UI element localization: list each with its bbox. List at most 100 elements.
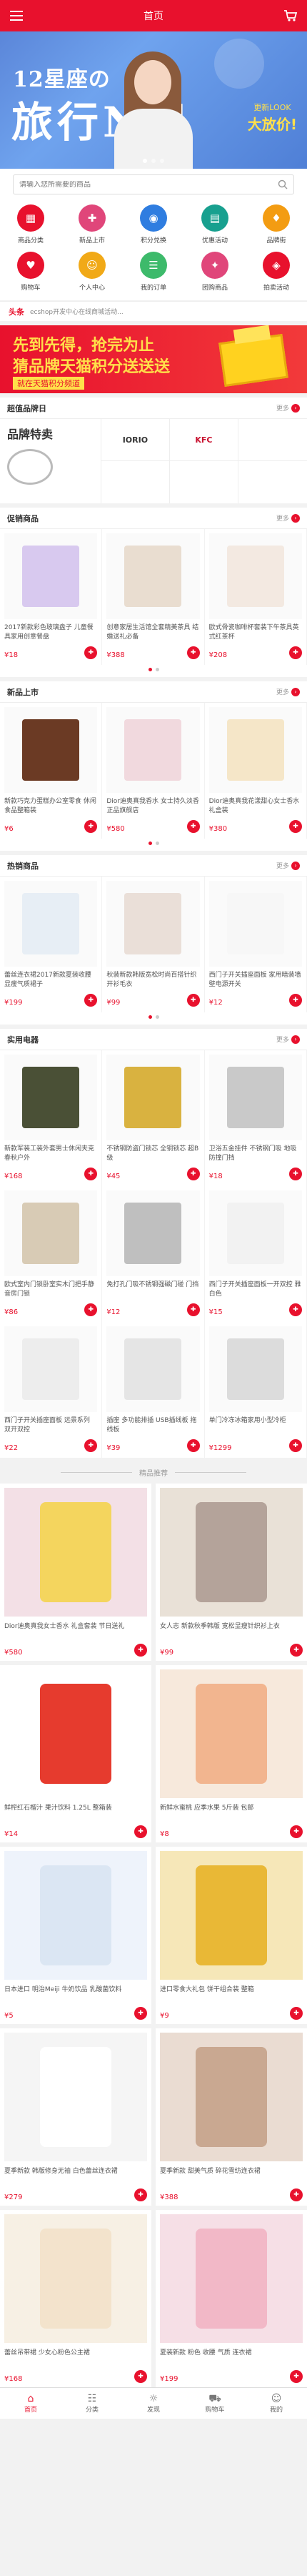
product-name[interactable]: 卫浴五金挂件 不锈钢门吸 地吸 防撞门挡	[209, 1145, 302, 1163]
promo-banner[interactable]: 先到先得，抢完为止 猜品牌天猫积分送送送 就在天猫积分频道	[0, 325, 307, 393]
product-image[interactable]	[106, 707, 200, 793]
product-card[interactable]: 蕾丝吊带裙 少女心粉色公主裙 ¥168 ✚	[0, 2210, 151, 2387]
product-image[interactable]	[160, 1851, 303, 1980]
product-image[interactable]	[106, 1190, 200, 1276]
nav-item[interactable]: ♥ 购物车	[0, 252, 61, 292]
product-name[interactable]: 新款军装工装外套男士休闲夹克春秋户外	[4, 1145, 97, 1163]
product-image[interactable]	[4, 2033, 147, 2161]
brand-logo[interactable]	[101, 461, 170, 503]
product-card[interactable]: 卫浴五金挂件 不锈钢门吸 地吸 防撞门挡 ¥18 ✚	[205, 1050, 307, 1186]
product-image[interactable]	[160, 2033, 303, 2161]
add-to-cart-icon[interactable]: ✚	[288, 1439, 302, 1452]
more-link[interactable]: 更多 ›	[276, 687, 300, 696]
add-to-cart-icon[interactable]: ✚	[186, 1303, 200, 1316]
add-to-cart-icon[interactable]: ✚	[288, 646, 302, 659]
add-to-cart-icon[interactable]: ✚	[288, 994, 302, 1007]
product-name[interactable]: 蕾丝连衣裙2017新款夏装收腰显瘦气质裙子	[4, 971, 97, 990]
product-image[interactable]	[4, 1488, 147, 1617]
brand-logo[interactable]	[238, 461, 307, 503]
add-to-cart-icon[interactable]: ✚	[290, 1825, 303, 1838]
hero-banner[interactable]: 12星座の 旅行N记 更新LOOK 大放价!	[0, 31, 307, 169]
search-box[interactable]	[13, 174, 294, 194]
add-to-cart-icon[interactable]: ✚	[290, 2370, 303, 2383]
product-name[interactable]: 夏装新款 粉色 收腰 气质 连衣裙	[160, 2349, 303, 2367]
product-name[interactable]: 鲜榨红石榴汁 果汁饮料 1.25L 整箱装	[4, 1804, 147, 1822]
nav-item[interactable]: ☺ 个人中心	[61, 252, 123, 292]
product-name[interactable]: 蕾丝吊带裙 少女心粉色公主裙	[4, 2349, 147, 2367]
product-image[interactable]	[4, 1190, 98, 1276]
product-name[interactable]: 欧式骨瓷咖啡杯套装下午茶具英式红茶杯	[209, 623, 302, 642]
brand-logo[interactable]	[238, 419, 307, 461]
product-card[interactable]: 2017新款彩色玻璃盘子 儿童餐具家用创意餐盘 ¥18 ✚	[0, 529, 103, 665]
nav-item[interactable]: ◈ 拍卖活动	[246, 252, 307, 292]
tab-home[interactable]: ⌂ 首页	[0, 2388, 61, 2419]
product-image[interactable]	[4, 1326, 98, 1412]
add-to-cart-icon[interactable]: ✚	[186, 1168, 200, 1180]
product-card[interactable]: 新款巧克力蛋糕办公室零食 休闲食品整箱装 ¥6 ✚	[0, 703, 103, 839]
nav-item[interactable]: ◉ 积分兑换	[123, 204, 184, 245]
add-to-cart-icon[interactable]: ✚	[134, 2370, 147, 2383]
product-card[interactable]: 西门子开关插座面板一开双控 雅白色 ¥15 ✚	[205, 1186, 307, 1322]
more-link[interactable]: 更多 ›	[276, 1035, 300, 1044]
product-card[interactable]: 欧式骨瓷咖啡杯套装下午茶具英式红茶杯 ¥208 ✚	[205, 529, 307, 665]
product-card[interactable]: 夏季新款 甜美气质 碎花雪纺连衣裙 ¥388 ✚	[156, 2028, 307, 2206]
product-name[interactable]: 创意家居生活馆全套精美茶具 结婚送礼必备	[106, 623, 199, 642]
product-image[interactable]	[4, 707, 98, 793]
product-card[interactable]: 不锈钢防盗门锁芯 全铜锁芯 超B级 ¥45 ✚	[102, 1050, 205, 1186]
product-image[interactable]	[106, 1055, 200, 1140]
product-name[interactable]: 新鲜水蜜桃 应季水果 5斤装 包邮	[160, 1804, 303, 1822]
add-to-cart-icon[interactable]: ✚	[84, 820, 98, 833]
more-link[interactable]: 更多 ›	[276, 403, 300, 413]
add-to-cart-icon[interactable]: ✚	[290, 2188, 303, 2201]
ticker-text[interactable]: ecshop开发中心在线商城活动...	[30, 307, 124, 316]
product-card[interactable]: Dior迪奥真我女士香水 礼盒套装 节日送礼 ¥580 ✚	[0, 1484, 151, 1661]
nav-item[interactable]: ☰ 我的订单	[123, 252, 184, 292]
more-link[interactable]: 更多 ›	[276, 513, 300, 523]
nav-item[interactable]: ✚ 新品上市	[61, 204, 123, 245]
product-name[interactable]: 西门子开关插座面板一开双控 雅白色	[209, 1280, 302, 1299]
product-card[interactable]: Dior迪奥真我香水 女士持久淡香 正品旗舰店 ¥580 ✚	[102, 703, 205, 839]
tab-user[interactable]: ☺ 我的	[246, 2388, 307, 2419]
add-to-cart-icon[interactable]: ✚	[186, 646, 200, 659]
tab-cart[interactable]: ⛟ 购物车	[184, 2388, 246, 2419]
product-name[interactable]: 单门冷冻冰箱家用小型冷柜	[209, 1416, 302, 1435]
product-name[interactable]: 欧式室内门锁卧室实木门把手静音房门锁	[4, 1280, 97, 1299]
product-card[interactable]: 进口零食大礼包 饼干组合装 整箱 ¥9 ✚	[156, 1847, 307, 2024]
product-name[interactable]: 秋装新款韩版宽松时尚百搭针织开衫毛衣	[106, 971, 199, 990]
add-to-cart-icon[interactable]: ✚	[186, 994, 200, 1007]
banner-dot[interactable]	[151, 159, 156, 163]
product-card[interactable]: 蕾丝连衣裙2017新款夏装收腰显瘦气质裙子 ¥199 ✚	[0, 877, 103, 1012]
product-name[interactable]: 不锈钢防盗门锁芯 全铜锁芯 超B级	[106, 1145, 199, 1163]
add-to-cart-icon[interactable]: ✚	[288, 1303, 302, 1316]
cart-icon[interactable]	[283, 8, 298, 24]
product-card[interactable]: 西门子开关插座面板 远景系列 双开双控 ¥22 ✚	[0, 1322, 103, 1458]
product-card[interactable]: 免打孔门吸不锈钢强磁门碰 门挡 ¥12 ✚	[102, 1186, 205, 1322]
product-image[interactable]	[106, 1326, 200, 1412]
product-image[interactable]	[208, 1190, 302, 1276]
product-name[interactable]: Dior迪奥真我香水 女士持久淡香 正品旗舰店	[106, 797, 199, 816]
add-to-cart-icon[interactable]: ✚	[134, 1644, 147, 1657]
nav-item[interactable]: ▦ 商品分类	[0, 204, 61, 245]
banner-dot[interactable]	[143, 159, 147, 163]
product-image[interactable]	[208, 707, 302, 793]
add-to-cart-icon[interactable]: ✚	[134, 2007, 147, 2020]
product-card[interactable]: Dior迪奥真我花漾甜心女士香水 礼盒装 ¥380 ✚	[205, 703, 307, 839]
search-input[interactable]	[19, 180, 278, 189]
product-name[interactable]: 插座 多功能排插 USB插线板 拖线板	[106, 1416, 199, 1435]
brand-feature[interactable]: 品牌特卖	[0, 419, 101, 503]
product-image[interactable]	[160, 1669, 303, 1798]
product-card[interactable]: 夏装新款 粉色 收腰 气质 连衣裙 ¥199 ✚	[156, 2210, 307, 2387]
add-to-cart-icon[interactable]: ✚	[290, 1644, 303, 1657]
product-card[interactable]: 西门子开关插座面板 家用暗装墙壁电源开关 ¥12 ✚	[205, 877, 307, 1012]
add-to-cart-icon[interactable]: ✚	[288, 820, 302, 833]
more-link[interactable]: 更多 ›	[276, 861, 300, 870]
news-ticker[interactable]: 头条 ecshop开发中心在线商城活动...	[0, 301, 307, 321]
product-card[interactable]: 鲜榨红石榴汁 果汁饮料 1.25L 整箱装 ¥14 ✚	[0, 1665, 151, 1842]
add-to-cart-icon[interactable]: ✚	[290, 2007, 303, 2020]
product-name[interactable]: 西门子开关插座面板 家用暗装墙壁电源开关	[209, 971, 302, 990]
product-image[interactable]	[160, 1488, 303, 1617]
product-image[interactable]	[4, 2214, 147, 2343]
product-image[interactable]	[106, 881, 200, 967]
menu-icon[interactable]	[9, 8, 24, 24]
add-to-cart-icon[interactable]: ✚	[186, 1439, 200, 1452]
